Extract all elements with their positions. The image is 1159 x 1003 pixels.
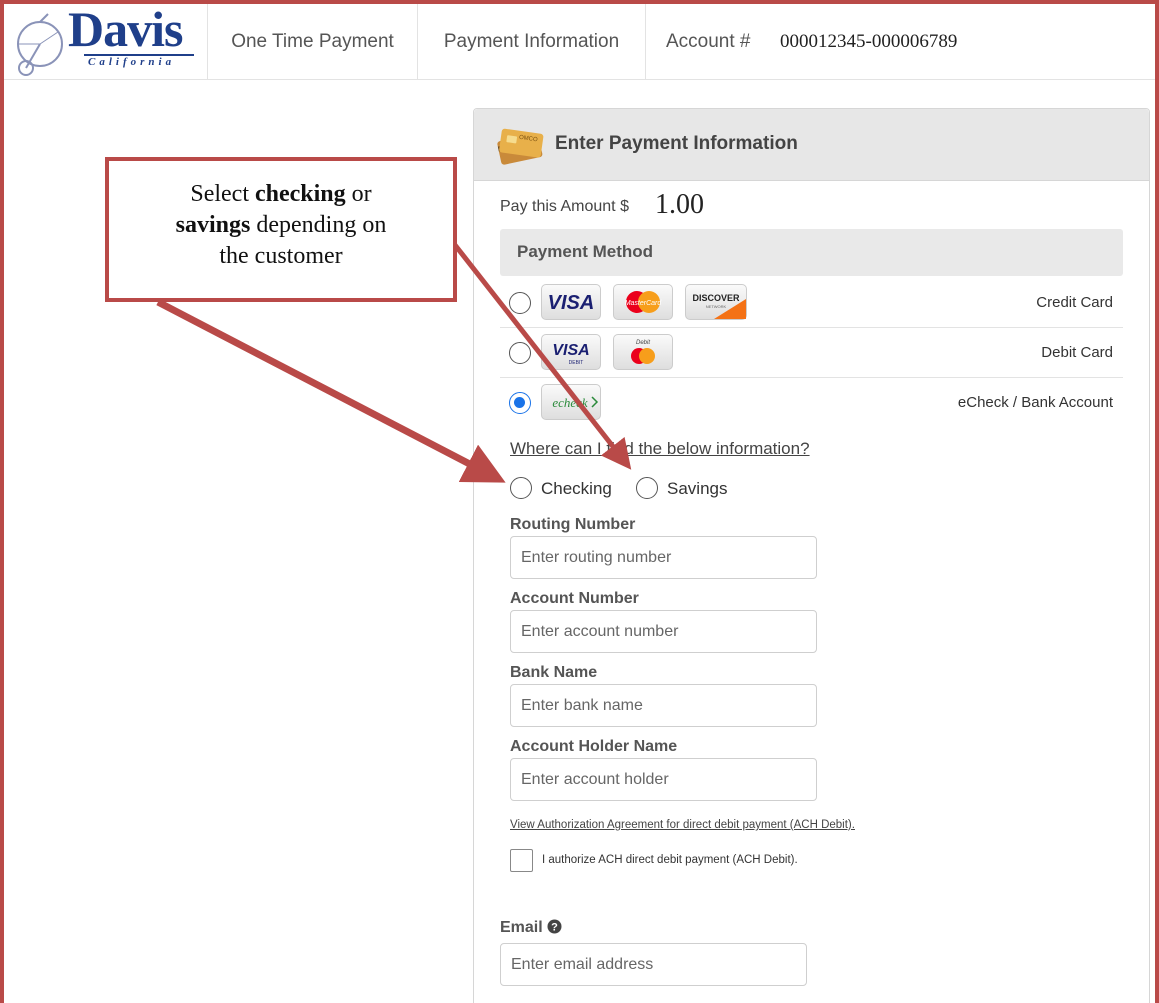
arrow-to-savings	[453, 243, 632, 470]
callout-line-1: Select checking or	[190, 181, 372, 207]
callout-line-2: savings depending on	[175, 212, 387, 238]
annotation-arrows	[156, 243, 632, 483]
instruction-callout: Select checking or savings depending on …	[105, 157, 457, 302]
arrow-to-checking	[156, 298, 506, 483]
callout-line-3: the customer	[219, 243, 343, 269]
